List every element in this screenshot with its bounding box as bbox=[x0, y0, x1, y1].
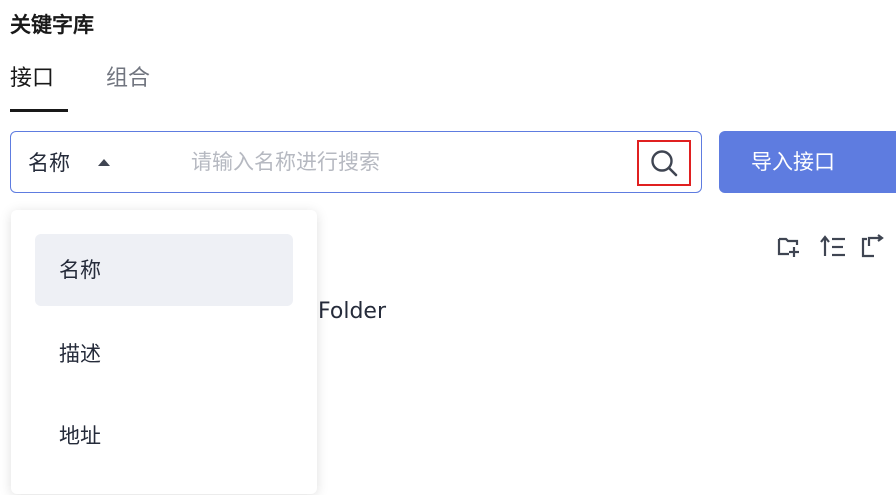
search-field-select[interactable]: 名称 bbox=[28, 146, 110, 178]
page-title: 关键字库 bbox=[10, 13, 94, 37]
search-bar: 名称 bbox=[10, 131, 702, 193]
new-folder-icon[interactable] bbox=[775, 232, 803, 260]
collapse-all-icon[interactable] bbox=[819, 232, 847, 260]
dropdown-option-address[interactable]: 地址 bbox=[35, 400, 293, 472]
search-field-label: 名称 bbox=[28, 151, 70, 175]
tree-folder-label[interactable]: Folder bbox=[318, 297, 386, 327]
dropdown-option-description[interactable]: 描述 bbox=[35, 318, 293, 390]
search-icon bbox=[651, 150, 678, 177]
refresh-icon[interactable] bbox=[859, 232, 887, 260]
dropdown-option-name[interactable]: 名称 bbox=[35, 234, 293, 306]
caret-up-icon bbox=[98, 158, 110, 166]
search-button[interactable] bbox=[637, 140, 691, 186]
search-field-dropdown: 名称 描述 地址 bbox=[11, 210, 317, 494]
import-interface-button[interactable]: 导入接口 bbox=[719, 131, 896, 193]
tab-combination[interactable]: 组合 bbox=[106, 62, 150, 96]
tab-interface[interactable]: 接口 bbox=[10, 62, 54, 96]
search-input[interactable] bbox=[191, 144, 611, 180]
active-tab-indicator bbox=[10, 109, 68, 112]
